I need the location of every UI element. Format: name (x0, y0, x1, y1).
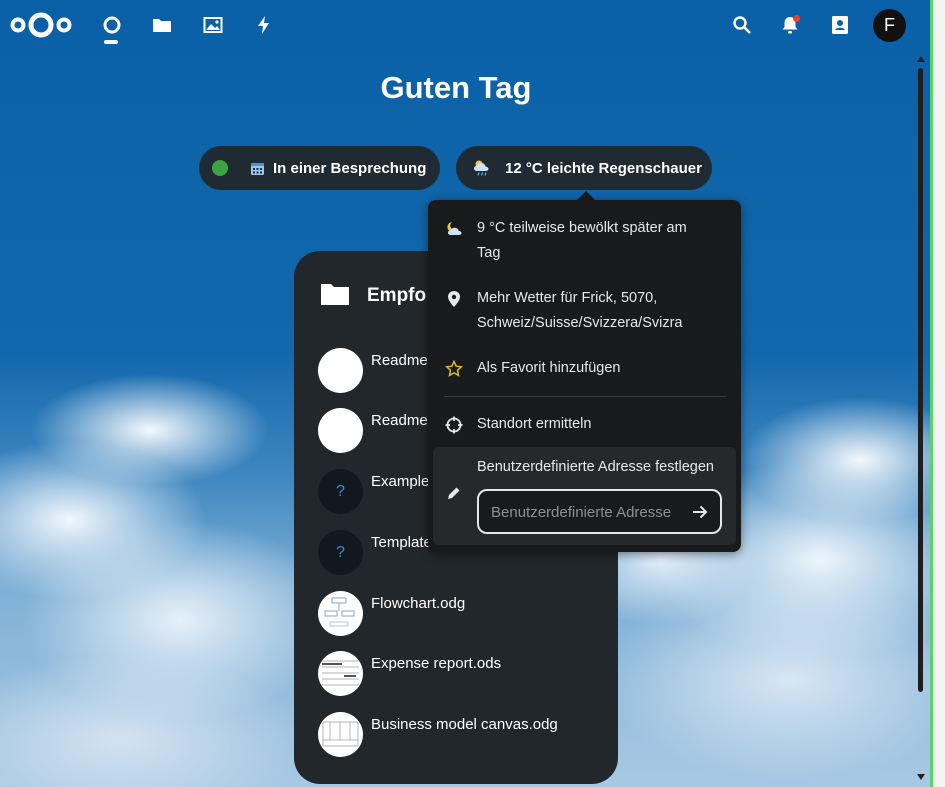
top-header: F (0, 0, 930, 50)
crosshair-icon (445, 416, 463, 434)
folder-icon (153, 19, 171, 32)
custom-address-field[interactable] (477, 489, 722, 534)
star-icon (445, 360, 463, 377)
more-weather-item[interactable]: Mehr Wetter für Frick, 5070, Schweiz/Sui… (428, 286, 741, 340)
locate-text: Standort ermitteln (477, 416, 592, 432)
arrow-right-icon (693, 505, 708, 519)
map-marker-icon (448, 291, 460, 307)
lightning-icon (258, 16, 269, 34)
file-name: Expense report.ods (371, 655, 502, 672)
dashboard-app: F Guten Tag In einer Besprechung 12 °C l… (0, 0, 930, 787)
window-gutter (933, 0, 945, 787)
file-item[interactable]: Expense report.ods (318, 651, 608, 697)
weather-menu: 9 °C teilweise bewölkt später am Tag Meh… (428, 200, 741, 552)
image-icon (203, 17, 223, 33)
nav-files[interactable] (151, 14, 173, 36)
scroll-up-arrow-icon[interactable] (917, 56, 925, 62)
nav-photos[interactable] (202, 14, 224, 36)
nav-activity[interactable] (253, 14, 275, 36)
weather-label: 12 °C leichte Regenschauer (505, 159, 702, 177)
file-thumbnail (318, 348, 363, 393)
submit-address-button[interactable] (686, 499, 714, 525)
partly-cloudy-icon (447, 222, 462, 235)
active-indicator (104, 40, 118, 44)
contacts-button[interactable] (829, 14, 851, 36)
page-scrollbar[interactable] (915, 56, 927, 787)
search-icon (733, 16, 751, 34)
file-thumbnail (318, 591, 363, 636)
pencil-icon-wrap (444, 483, 464, 503)
dashboard-circle-icon (103, 16, 121, 34)
user-avatar[interactable]: F (873, 9, 906, 42)
locate-item[interactable]: Standort ermitteln (428, 412, 741, 442)
add-favorite-text: Als Favorit hinzufügen (477, 360, 621, 376)
file-thumbnail (318, 651, 363, 696)
nav-dashboard[interactable] (101, 14, 123, 36)
file-thumbnail (318, 408, 363, 453)
file-item[interactable]: Business model canvas.odg (318, 712, 608, 758)
menu-divider (444, 396, 726, 397)
file-name: Example. (371, 473, 434, 490)
status-online-dot (212, 160, 228, 176)
panel-title: Empfo (367, 285, 427, 306)
forecast-item[interactable]: 9 °C teilweise bewölkt später am Tag (428, 216, 741, 270)
forecast-text: 9 °C teilweise bewölkt später am Tag (477, 220, 687, 261)
scrollbar-thumb[interactable] (918, 68, 923, 692)
weather-button[interactable]: 12 °C leichte Regenschauer (456, 146, 712, 190)
file-name: Template (371, 534, 432, 551)
file-thumbnail (318, 712, 363, 757)
file-name: Business model canvas.odg (371, 716, 558, 733)
file-name: Readme. (371, 352, 432, 369)
scroll-down-arrow-icon[interactable] (917, 774, 925, 780)
pencil-icon (448, 487, 460, 499)
rain-cloud-icon (474, 160, 489, 176)
custom-address-input[interactable] (491, 501, 681, 523)
file-name: Readme. (371, 412, 432, 429)
canvas-preview-icon (322, 721, 359, 747)
file-item[interactable]: Flowchart.odg (318, 591, 608, 637)
spreadsheet-preview-icon (322, 660, 359, 686)
notification-badge (793, 15, 800, 22)
contacts-icon (832, 16, 848, 34)
status-label: In einer Besprechung (273, 159, 427, 177)
more-weather-text: Mehr Wetter für Frick, 5070, Schweiz/Sui… (477, 290, 683, 331)
unknown-file-icon: ? (318, 469, 363, 514)
add-favorite-item[interactable]: Als Favorit hinzufügen (428, 356, 741, 386)
greeting-heading: Guten Tag (380, 70, 532, 105)
calendar-icon (251, 162, 264, 175)
status-button[interactable]: In einer Besprechung (199, 146, 440, 190)
search-button[interactable] (731, 14, 753, 36)
custom-address-title: Benutzerdefinierte Adresse festlegen (477, 459, 714, 475)
folder-icon (321, 284, 349, 305)
file-name: Flowchart.odg (371, 595, 466, 612)
nextcloud-logo-icon[interactable] (10, 10, 72, 40)
unknown-file-icon: ? (318, 530, 363, 575)
flowchart-preview-icon (324, 597, 355, 627)
